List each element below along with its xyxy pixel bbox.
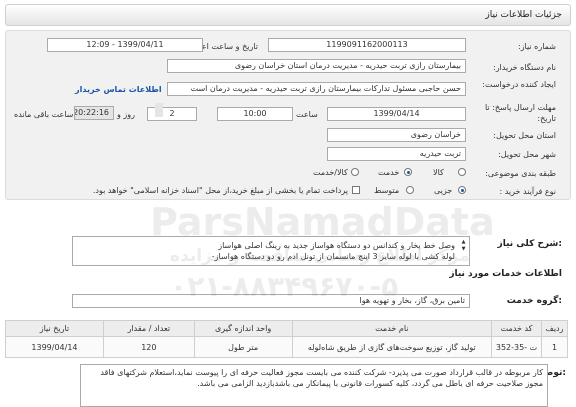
city-field: تربت حیدریه [327,147,466,161]
deadline-date-field: 1399/04/14 [327,107,466,121]
services-section-title: اطلاعات خدمات مورد نیاز [449,269,562,279]
category-option-service: خدمت [378,168,400,177]
description-label: شرح کلی نیاز: [497,239,562,249]
cell-service-name: تولید گاز، توزیع سوخت‌های گازی از طریق ش… [291,336,493,358]
description-line-1: وصل خط بخار و کندانس دو دستگاه هواساز جد… [218,241,455,250]
col-header-service-name: نام خدمت [291,320,493,337]
treasury-payment-note: پرداخت تمام یا بخشی از مبلغ خرید،از محل … [92,186,348,195]
process-option-minor: جزیی [434,186,453,195]
cell-need-date: 1399/04/14 [5,336,104,358]
need-number-label: شماره نیاز: [518,42,556,51]
scroll-up-icon[interactable]: ▲ [460,239,467,245]
col-header-need-date: تاریخ نیاز [5,320,104,337]
services-table: ردیف کد خدمت نام خدمت واحد اندازه گیری ت… [5,320,568,358]
province-field: خراسان رضوی [327,128,466,142]
process-radio-minor[interactable] [458,186,466,194]
need-number-field: 1199091162000113 [268,38,466,52]
buyer-notes-box: کار مربوطه در قالب قرارداد صورت می پذیرد… [80,364,548,407]
category-radio-goods[interactable] [458,168,466,176]
process-option-medium: متوسط [374,186,400,195]
buyer-label: نام دستگاه خریدار: [493,63,556,72]
process-radio-medium[interactable] [406,186,414,194]
creator-field: حسن حاجبی مسئول تدارکات بیمارستان رازی ت… [167,82,466,96]
remaining-time-label: ساعت باقی مانده [14,110,74,119]
description-line-2: لوله کشی با لوله سایز 3 اینچ مانسمان از … [211,252,455,261]
col-header-unit: واحد اندازه گیری [193,320,293,337]
buyer-field: بیمارستان رازی تربت حیدریه - مدیریت درما… [167,59,466,73]
days-label: روز و [117,110,135,119]
buyer-contact-link[interactable]: اطلاعات تماس خریدار [75,85,162,94]
cell-service-code: ت -35-352 [491,336,543,358]
announce-date-field: 1399/04/11 - 12:09 [47,38,203,52]
cell-row-number: 1 [541,336,568,358]
category-radio-goods-service[interactable] [351,168,359,176]
scroll-down-icon[interactable]: ▼ [460,246,467,252]
creator-label: ایجاد کننده درخواست: [482,80,556,89]
details-header: جزئیات اطلاعات نیاز [5,4,571,26]
city-label: شهر محل تحویل: [498,150,556,159]
col-header-service-code: کد خدمت [491,320,543,337]
category-option-goods-service: کالا/خدمت [313,168,348,177]
description-textarea[interactable]: وصل خط بخار و کندانس دو دستگاه هواساز جد… [72,236,470,266]
cell-unit: متر طول [193,336,293,358]
province-label: استان محل تحویل: [493,131,556,140]
category-option-goods: کالا [433,168,444,177]
col-header-row-number: ردیف [541,320,568,337]
service-group-label: گروه خدمت: [506,296,562,306]
deadline-time-label: ساعت [296,110,318,119]
services-table-header: ردیف کد خدمت نام خدمت واحد اندازه گیری ت… [5,320,568,337]
header-title: جزئیات اطلاعات نیاز [485,10,562,20]
service-group-field: تامین برق، گاز، بخار و تهویه هوا [72,294,470,308]
table-row: 1 ت -35-352 تولید گاز، توزیع سوخت‌های گا… [5,336,568,358]
col-header-quantity: تعداد / مقدار [102,320,195,337]
category-label: طبقه بندی موضوعی: [485,169,556,178]
treasury-payment-checkbox[interactable] [352,186,360,194]
deadline-time-field: 10:00 [217,107,293,121]
cell-quantity: 120 [102,336,195,358]
process-type-label: نوع فرآیند خرید : [499,187,556,196]
category-radio-service[interactable] [404,168,412,176]
remaining-time-field: 20:22:16 [74,106,114,120]
deadline-label: مهلت ارسال پاسخ: تا تاریخ: [484,103,556,123]
